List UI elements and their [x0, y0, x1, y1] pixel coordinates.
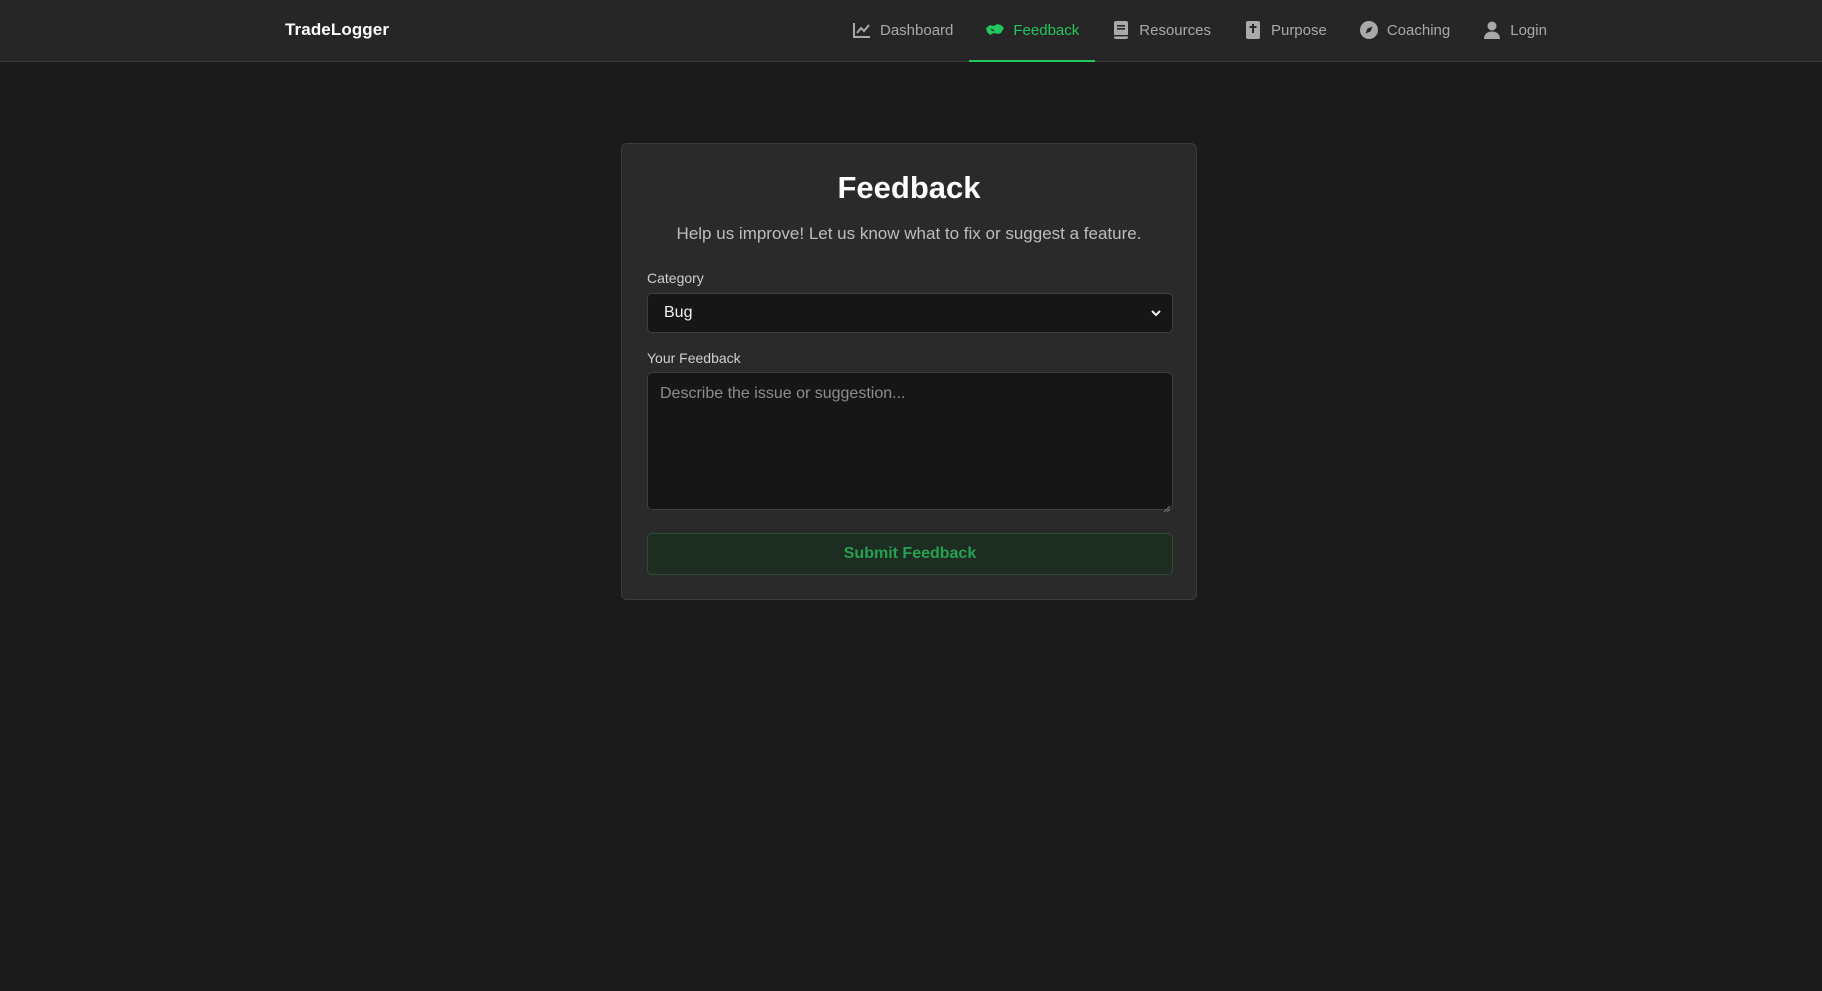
nav-item-dashboard[interactable]: Dashboard — [836, 0, 969, 62]
book-icon — [1111, 20, 1131, 40]
page-subtitle: Help us improve! Let us know what to fix… — [676, 224, 1142, 243]
nav-item-resources[interactable]: Resources — [1095, 0, 1227, 62]
category-select[interactable]: Bug — [647, 293, 1173, 333]
feedback-label: Your Feedback — [647, 350, 741, 366]
nav-item-label: Login — [1510, 21, 1547, 39]
category-selected-value: Bug — [664, 304, 693, 321]
bible-icon — [1243, 20, 1263, 40]
feedback-textarea[interactable] — [647, 372, 1173, 510]
brand-logo-text[interactable]: TradeLogger — [285, 20, 389, 40]
chart-line-icon — [852, 20, 872, 40]
submit-feedback-button[interactable]: Submit Feedback — [647, 533, 1173, 575]
page-title: Feedback — [837, 170, 981, 205]
nav-item-label: Dashboard — [880, 21, 954, 39]
user-icon — [1482, 20, 1502, 40]
nav-item-label: Resources — [1139, 21, 1211, 39]
nav-item-feedback[interactable]: Feedback — [969, 0, 1096, 62]
nav-item-coaching[interactable]: Coaching — [1343, 0, 1466, 62]
compass-icon — [1359, 20, 1379, 40]
nav-item-label: Feedback — [1013, 21, 1080, 39]
top-navbar: TradeLogger Dashboard Feedback Resources… — [0, 0, 1822, 62]
main-nav: Dashboard Feedback Resources Purpose Coa… — [809, 0, 1822, 62]
category-label: Category — [647, 270, 704, 286]
feedback-card: Feedback Help us improve! Let us know wh… — [621, 143, 1197, 600]
nav-item-label: Coaching — [1386, 21, 1451, 39]
nav-item-label: Purpose — [1270, 21, 1327, 39]
chevron-down-icon — [1150, 307, 1162, 319]
handshake-icon — [985, 20, 1005, 40]
resize-handle-icon[interactable] — [1163, 500, 1171, 513]
nav-item-login[interactable]: Login — [1466, 0, 1563, 62]
nav-item-purpose[interactable]: Purpose — [1227, 0, 1343, 62]
